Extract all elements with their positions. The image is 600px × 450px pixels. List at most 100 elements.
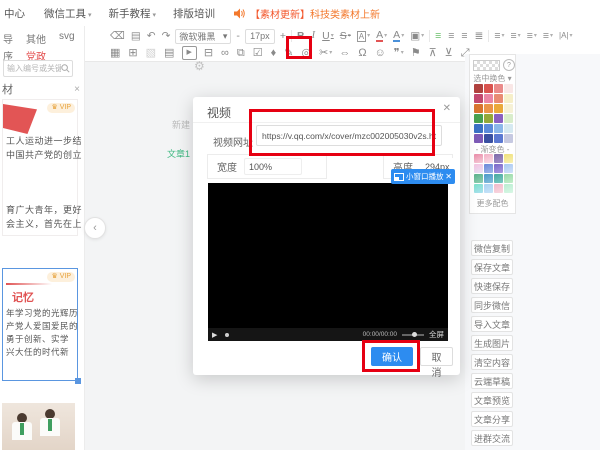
color-swatch[interactable] [494,124,503,133]
menu-item[interactable]: 中心 [4,6,27,21]
menu-item[interactable]: 微信工具 ▾ [44,6,92,21]
close-icon[interactable]: ✕ [445,172,452,181]
color-swatch[interactable] [484,94,493,103]
progress-handle[interactable] [225,332,230,337]
template-photo[interactable] [2,403,75,450]
fullscreen-button[interactable]: 全屏 [429,329,444,340]
gradient-swatch[interactable] [484,164,493,173]
video-icon[interactable]: ▶ [182,46,197,60]
help-icon[interactable]: ? [503,59,515,71]
font-family-select[interactable]: 微软雅黑 ▾ [175,28,232,44]
underline-icon[interactable]: U ▾ [322,29,334,43]
gradient-swatch[interactable] [494,164,503,173]
indent-icon[interactable]: ≡ ▾ [543,29,553,43]
align-justify-icon[interactable]: ≣ [475,29,484,43]
announcement[interactable]: 【素材更新】 科技类素材上新 [250,6,380,21]
action-button[interactable]: 导入文章 [471,316,513,332]
gradient-swatch[interactable] [474,154,483,163]
todo-icon[interactable]: ☑ [253,46,264,60]
color-swatch[interactable] [504,134,513,143]
emoji-icon[interactable]: ☺ [375,46,387,60]
menu-item[interactable]: 排版培训 [173,6,217,21]
table-icon[interactable]: ⊞ [128,46,138,60]
action-button[interactable]: 文章预览 [471,392,513,408]
color-swatch[interactable] [484,124,493,133]
gradient-swatch[interactable] [504,174,513,183]
volume-knob[interactable] [412,331,417,337]
width-input[interactable] [244,158,302,175]
color-swatch[interactable] [494,134,503,143]
image-disabled-icon[interactable]: ▧ [146,46,157,60]
style-picker-icon[interactable]: ▣ ▾ [410,29,424,43]
search-input[interactable] [4,64,61,73]
gradient-swatch[interactable] [484,174,493,183]
tab-article-1[interactable]: 文章1 [167,147,190,160]
find-replace-icon[interactable]: ◎ [301,46,312,60]
omega-icon[interactable]: Ω [358,46,367,60]
highlight-color-icon[interactable]: A ▾ [393,29,404,43]
link-icon[interactable]: ∞ [221,46,230,60]
strikethrough-icon[interactable]: S ▾ [340,29,351,43]
no-color-swatch[interactable] [473,59,500,71]
brush-icon[interactable]: ✎ [284,46,294,60]
flag-icon[interactable]: ⚑ [411,46,422,60]
word-import-icon[interactable]: ▤ [131,29,141,43]
left-nav-item[interactable]: svg [59,31,75,46]
color-swatch[interactable] [504,124,513,133]
letter-spacing-icon[interactable]: ≡ ▾ [511,29,521,43]
color-swatch[interactable] [474,94,483,103]
video-url-input[interactable] [256,125,442,146]
video-preview[interactable]: ▶ 00:00/00:00 全屏 [208,183,448,341]
sidebar-collapse-button[interactable]: ‹ [84,217,106,239]
font-size-increase-button[interactable]: + [280,29,286,43]
search-icon[interactable] [61,64,70,73]
tag-icon[interactable]: ♦ [271,46,278,60]
color-swatch[interactable] [484,134,493,143]
char-border-icon[interactable]: A ▾ [356,29,370,43]
gradient-swatch[interactable] [484,154,493,163]
left-nav-item[interactable]: 其他 [26,31,46,46]
color-swatch[interactable] [484,114,493,123]
template-card-selected[interactable]: ♛ VIP 记忆 年学习党的光辉历 产党人爱国爱民的 勇于创新、实学 兴大任的时代新 [2,268,81,384]
font-size-select[interactable]: 17px [244,28,275,44]
color-swatch[interactable] [474,84,483,93]
background-icon[interactable]: ▦ [110,46,121,60]
play-icon[interactable]: ▶ [212,331,217,339]
gradient-swatch[interactable] [494,174,503,183]
gradient-swatch[interactable] [504,164,513,173]
cut-icon[interactable]: ✂ ▾ [319,46,332,60]
undo-icon[interactable]: ↶ [147,29,156,43]
color-swatch[interactable] [474,124,483,133]
cancel-button[interactable]: 取消 [420,347,453,379]
color-swatch[interactable] [494,94,503,103]
color-swatch[interactable] [494,84,503,93]
color-swatch[interactable] [484,104,493,113]
paragraph-spacing-icon[interactable]: ≡ ▾ [527,29,537,43]
gradient-swatch[interactable] [504,154,513,163]
color-swatch[interactable] [504,84,513,93]
close-icon[interactable]: ✕ [443,103,451,114]
to-top-icon[interactable]: ⊼ [429,46,438,60]
align-right-icon[interactable]: ≡ [461,29,467,43]
gear-icon[interactable]: ⚙ [194,59,205,73]
color-swatch[interactable] [504,94,513,103]
action-button[interactable]: 保存文章 [471,259,513,275]
gallery-icon[interactable]: ▤ [164,46,175,60]
font-size-decrease-button[interactable]: - [236,29,240,43]
close-icon[interactable]: × [74,84,80,95]
divider-icon[interactable]: ⊟ [204,46,214,60]
color-swatch[interactable] [504,104,513,113]
action-button[interactable]: 文章分享 [471,411,513,427]
letter-case-icon[interactable]: |A| ▾ [559,29,573,43]
to-bottom-icon[interactable]: ⊻ [445,46,454,60]
clear-format-icon[interactable]: ⌫ [110,29,125,43]
color-swatch[interactable] [494,114,503,123]
pip-playback-chip[interactable]: 小窗口播放 ✕ [391,169,455,184]
action-button[interactable]: 微信复制 [471,240,513,256]
menu-item[interactable]: 新手教程 ▾ [109,6,157,21]
color-swatch[interactable] [494,104,503,113]
align-left-icon[interactable]: ≡ [435,29,441,43]
bold-icon[interactable]: B [297,29,306,43]
gradient-swatch[interactable] [474,174,483,183]
tab-new-article[interactable]: 新建 [172,118,190,131]
